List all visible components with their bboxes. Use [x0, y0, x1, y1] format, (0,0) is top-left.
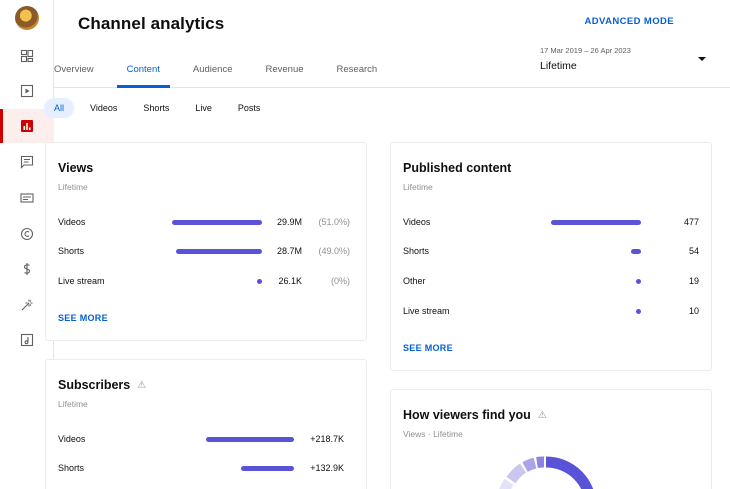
tab-research[interactable]: Research [327, 64, 388, 88]
share-dot [257, 279, 262, 284]
published-row-live[interactable]: Live stream 10 [403, 305, 703, 319]
published-row-other[interactable]: Other 19 [403, 275, 703, 289]
row-value: 28.7M [276, 246, 302, 256]
page-header: Channel analytics ADVANCED MODE Overview… [54, 0, 730, 88]
row-label: Videos [58, 217, 86, 227]
chip-live[interactable]: Live [185, 98, 222, 118]
row-value: 26.1K [278, 276, 302, 286]
copyright-icon [20, 227, 34, 241]
card-title: How viewers find you ⚠ [403, 408, 547, 422]
row-value: +132.9K [310, 463, 344, 473]
card-subtitle: Lifetime [58, 182, 88, 192]
see-more-link[interactable]: SEE MORE [403, 343, 453, 353]
traffic-sources-card: How viewers find you ⚠ Views · Lifetime [390, 389, 712, 489]
row-percent: (0%) [330, 276, 350, 286]
donut-segment [506, 463, 527, 484]
tab-audience[interactable]: Audience [183, 64, 243, 88]
row-label: Videos [403, 217, 431, 227]
card-title: Published content [403, 161, 512, 175]
row-value: 477 [683, 217, 699, 227]
donut-segment [545, 456, 594, 489]
count-bar [241, 466, 294, 471]
tab-revenue[interactable]: Revenue [256, 64, 314, 88]
warning-icon[interactable]: ⚠ [137, 380, 146, 391]
chip-videos[interactable]: Videos [80, 98, 127, 118]
subscribers-row-videos[interactable]: Videos +218.7K [58, 433, 358, 447]
count-bar [206, 437, 294, 442]
subscribers-card: Subscribers ⚠ Lifetime Videos +218.7K Sh… [45, 359, 367, 489]
card-title: Subscribers ⚠ [58, 378, 147, 392]
count-dot [636, 279, 641, 284]
row-value: 54 [688, 246, 699, 256]
row-label: Live stream [403, 306, 450, 316]
analytics-icon [20, 119, 34, 133]
count-dot [636, 309, 641, 314]
card-subtitle: Lifetime [58, 399, 88, 409]
analytics-tabs: Overview Content Audience Revenue Resear… [44, 64, 400, 88]
row-label: Other [403, 276, 426, 286]
row-value: +218.7K [310, 434, 344, 444]
views-row-shorts[interactable]: Shorts 28.7M (49.0%) [58, 245, 358, 259]
subscribers-row-shorts[interactable]: Shorts +132.9K [58, 462, 358, 476]
tab-overview[interactable]: Overview [44, 64, 104, 88]
row-value: 10 [688, 306, 699, 316]
views-row-live[interactable]: Live stream 26.1K (0%) [58, 275, 358, 289]
card-subtitle: Lifetime [403, 182, 433, 192]
published-row-shorts[interactable]: Shorts 54 [403, 245, 703, 259]
row-label: Live stream [58, 276, 105, 286]
traffic-donut-chart [499, 456, 594, 489]
row-value: 19 [688, 276, 699, 286]
donut-segment [522, 457, 537, 472]
chip-all[interactable]: All [44, 98, 75, 118]
count-bar [631, 249, 641, 254]
row-label: Shorts [58, 463, 85, 473]
page-title: Channel analytics [78, 14, 225, 33]
chip-posts[interactable]: Posts [228, 98, 271, 118]
count-bar [551, 220, 641, 225]
dropdown-caret-icon[interactable] [698, 57, 706, 61]
customisation-icon [20, 298, 34, 312]
row-label: Shorts [403, 246, 430, 256]
warning-icon[interactable]: ⚠ [538, 410, 547, 421]
row-value: 29.9M [276, 217, 302, 227]
content-icon [20, 84, 34, 98]
views-row-videos[interactable]: Videos 29.9M (51.0%) [58, 216, 358, 230]
date-range-text[interactable]: 17 Mar 2019 – 26 Apr 2023 [540, 46, 631, 55]
chip-shorts[interactable]: Shorts [133, 98, 179, 118]
dashboard-icon [20, 49, 34, 63]
row-percent: (51.0%) [318, 217, 350, 227]
earn-icon [20, 262, 34, 276]
content-type-chips: All Videos Shorts Live Posts [44, 98, 276, 118]
see-more-link[interactable]: SEE MORE [58, 313, 108, 323]
comments-icon [20, 155, 34, 169]
donut-segment [536, 456, 545, 468]
tab-content[interactable]: Content [116, 64, 171, 88]
donut-segment [499, 478, 514, 489]
row-label: Shorts [58, 246, 85, 256]
published-content-card: Published content Lifetime Videos 477 Sh… [390, 142, 712, 371]
audio-library-icon [20, 333, 34, 347]
subtitles-icon [20, 191, 34, 205]
row-label: Videos [58, 434, 86, 444]
card-subtitle: Views · Lifetime [403, 429, 463, 439]
date-range-selector[interactable]: Lifetime [540, 60, 577, 72]
share-bar [176, 249, 262, 254]
card-title: Views [58, 161, 94, 175]
views-card: Views Lifetime Videos 29.9M (51.0%) Shor… [45, 142, 367, 341]
row-percent: (49.0%) [318, 246, 350, 256]
advanced-mode-button[interactable]: ADVANCED MODE [585, 16, 674, 27]
share-bar [172, 220, 262, 225]
channel-avatar[interactable] [15, 6, 39, 30]
published-row-videos[interactable]: Videos 477 [403, 216, 703, 230]
